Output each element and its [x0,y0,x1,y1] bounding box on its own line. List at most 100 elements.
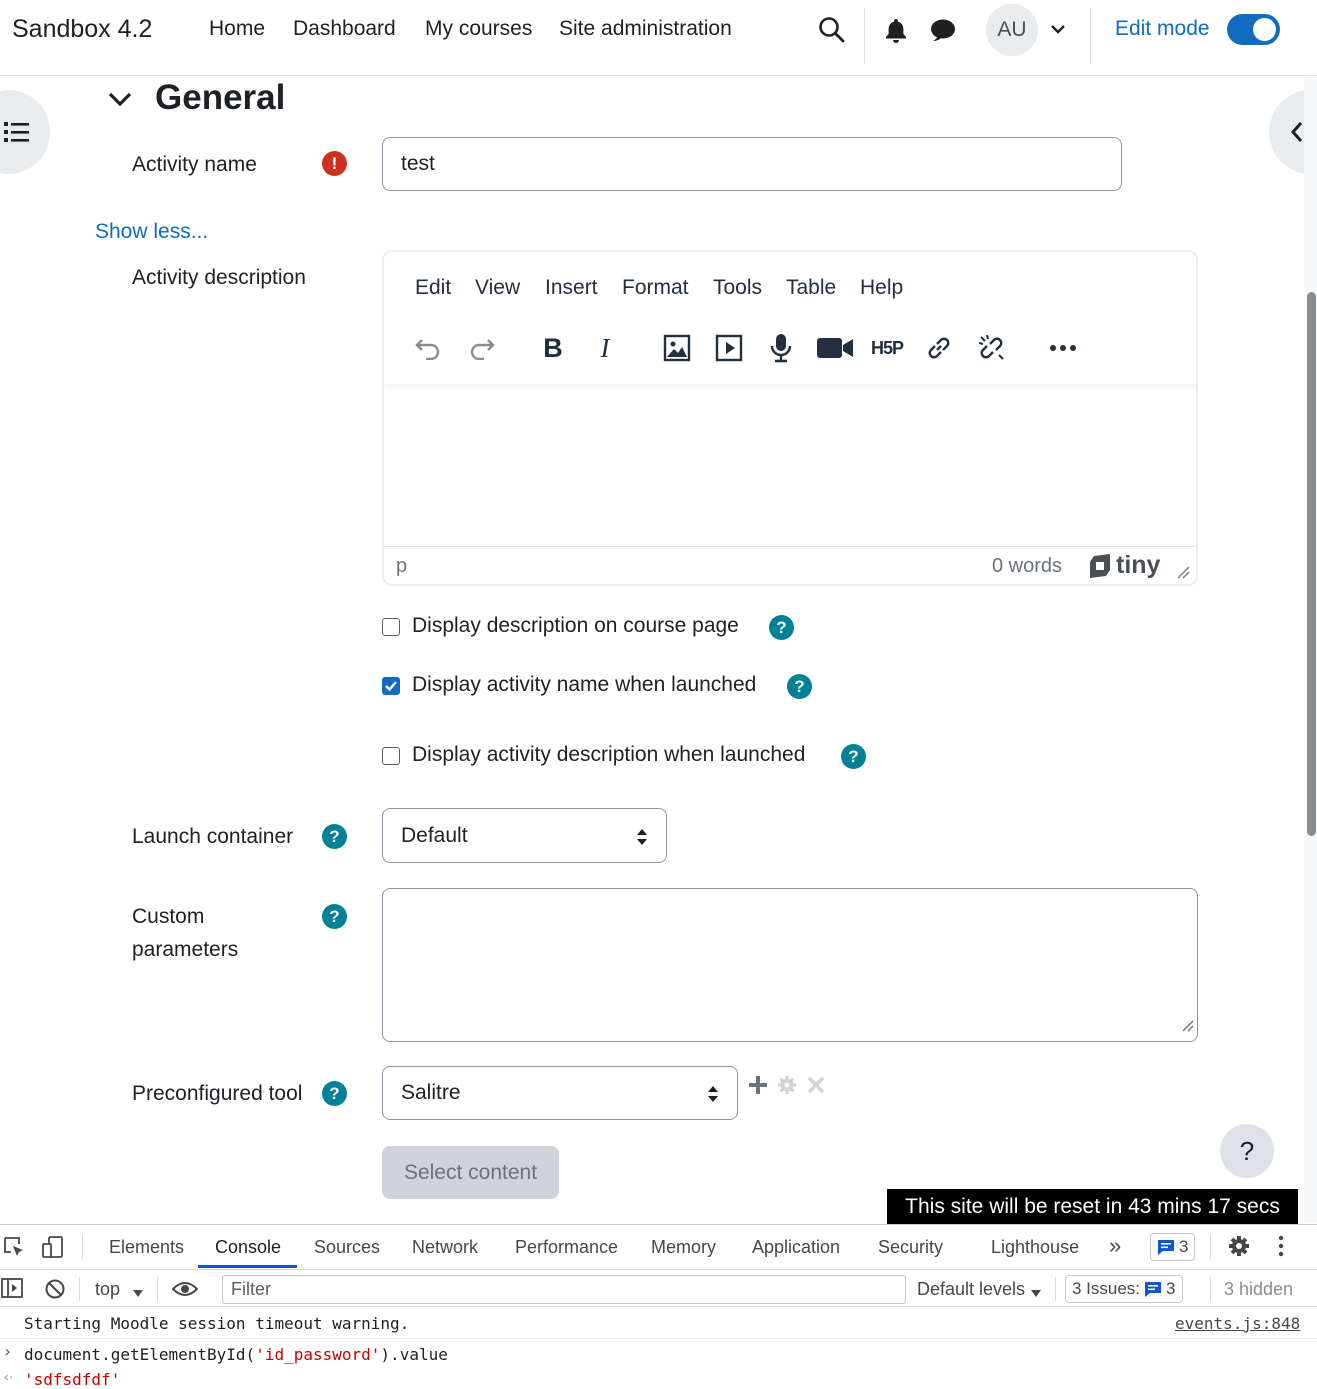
media-icon[interactable] [711,330,747,366]
element-path[interactable]: p [396,555,407,578]
top-navbar: Sandbox 4.2 Home Dashboard My courses Si… [0,0,1317,76]
inspect-element-icon[interactable] [3,1236,25,1263]
devtools-tab-lighthouse[interactable]: Lighthouse [991,1237,1079,1258]
editor-menu-view[interactable]: View [475,276,520,300]
devtools-tab-elements[interactable]: Elements [109,1237,184,1258]
devtools-tab-memory[interactable]: Memory [651,1237,716,1258]
nav-home[interactable]: Home [209,17,265,41]
devtools-tab-security[interactable]: Security [878,1237,943,1258]
settings-gear-icon[interactable] [1228,1235,1250,1262]
toolbar-divider [79,1277,80,1301]
bold-icon[interactable]: B [535,330,571,366]
display-activity-name-checkbox[interactable] [382,677,400,695]
activity-name-label: Activity name [132,153,257,176]
issues-badge[interactable]: 3 Issues: 3 [1065,1275,1183,1303]
textarea-resize-icon[interactable] [1182,1014,1194,1038]
user-avatar[interactable]: AU [986,4,1038,56]
issues-count: 3 [1166,1279,1176,1298]
device-toolbar-icon[interactable] [42,1236,64,1263]
edit-tool-gear-icon[interactable] [777,1075,797,1100]
select-arrows-icon [636,828,648,852]
devtools-tab-performance[interactable]: Performance [515,1237,618,1258]
help-icon[interactable]: ? [787,674,812,699]
unlink-icon[interactable] [974,330,1010,366]
devtools-tab-console[interactable]: Console [215,1237,281,1258]
notification-bell-icon[interactable] [883,17,909,48]
sidebar-toggle-icon[interactable] [1,1278,23,1303]
devtools-tab-network[interactable]: Network [412,1237,478,1258]
devtools-tab-application[interactable]: Application [752,1237,840,1258]
course-index-drawer-toggle[interactable] [0,90,50,174]
record-audio-icon[interactable] [763,330,799,366]
help-icon[interactable]: ? [322,904,347,929]
editor-menu-insert[interactable]: Insert [545,276,598,300]
image-icon[interactable] [659,330,695,366]
italic-icon[interactable]: I [587,330,623,366]
display-description-checkbox[interactable] [382,618,400,636]
delete-tool-icon[interactable] [806,1075,826,1100]
more-tabs-icon[interactable]: » [1109,1233,1121,1259]
nav-my-courses[interactable]: My courses [425,17,532,41]
tiny-brand[interactable]: tiny [1116,551,1160,580]
page-scrollbar-thumb[interactable] [1307,292,1316,836]
link-icon[interactable] [921,330,957,366]
help-icon[interactable]: ? [322,1081,347,1106]
live-expression-eye-icon[interactable] [171,1281,199,1302]
site-reset-banner: This site will be reset in 43 mins 17 se… [887,1189,1298,1224]
undo-icon[interactable] [410,330,446,366]
devtools-tab-sources[interactable]: Sources [314,1237,380,1258]
section-title[interactable]: General [155,78,285,118]
dropdown-triangle-icon[interactable] [1030,1285,1042,1303]
kebab-menu-icon[interactable] [1277,1235,1285,1262]
display-activity-name-label[interactable]: Display activity name when launched [412,673,756,697]
console-input-text: document.getElementById('id_password').v… [24,1345,448,1364]
context-selector[interactable]: top [95,1279,120,1300]
show-less-link[interactable]: Show less... [95,220,208,244]
messages-badge[interactable]: 3 [1150,1233,1196,1261]
console-source-link[interactable]: events.js:848 [1175,1314,1300,1333]
preconfigured-tool-value: Salitre [401,1081,461,1104]
help-icon[interactable]: ? [769,615,794,640]
editor-menu-edit[interactable]: Edit [415,276,451,300]
chevron-down-icon[interactable] [1050,22,1066,40]
nav-dashboard[interactable]: Dashboard [293,17,396,41]
display-activity-description-label[interactable]: Display activity description when launch… [412,743,805,767]
add-tool-icon[interactable] [748,1075,768,1100]
toolbar-divider [1210,1235,1211,1259]
help-fab-button[interactable]: ? [1220,1124,1274,1178]
clear-console-icon[interactable] [44,1278,66,1305]
launch-container-select[interactable]: Default [382,808,667,863]
tiny-logo-icon[interactable] [1088,554,1112,583]
display-description-label[interactable]: Display description on course page [412,614,739,638]
nav-site-administration[interactable]: Site administration [559,17,732,41]
toolbar-divider [157,1277,158,1301]
more-icon[interactable] [1045,330,1081,366]
preconfigured-tool-select[interactable]: Salitre [382,1066,738,1120]
default-levels-dropdown[interactable]: Default levels [917,1279,1025,1300]
collapse-chevron-icon[interactable] [107,88,133,115]
h5p-icon[interactable]: H5P [867,330,907,366]
editor-content-area[interactable] [384,386,1196,544]
editor-menu-table[interactable]: Table [786,276,836,300]
devtools-panel: Elements Console Sources Network Perform… [0,1224,1317,1389]
word-count[interactable]: 0 words [992,555,1062,578]
record-video-icon[interactable] [815,330,855,366]
site-brand[interactable]: Sandbox 4.2 [12,15,152,44]
console-filter-input[interactable]: Filter [222,1275,906,1304]
editor-menu-tools[interactable]: Tools [713,276,762,300]
editor-menu-help[interactable]: Help [860,276,903,300]
display-activity-description-checkbox[interactable] [382,747,400,765]
edit-mode-toggle[interactable] [1227,14,1280,45]
input-prompt-icon: › [5,1343,10,1360]
dropdown-triangle-icon[interactable] [132,1285,144,1303]
resize-handle-icon[interactable] [1176,565,1190,584]
redo-icon[interactable] [464,330,500,366]
help-icon[interactable]: ? [841,744,866,769]
messages-icon[interactable] [929,17,957,48]
help-icon[interactable]: ? [322,824,347,849]
search-icon[interactable] [818,16,846,49]
select-content-button[interactable]: Select content [382,1146,559,1199]
custom-parameters-textarea[interactable] [382,888,1198,1042]
editor-menu-format[interactable]: Format [622,276,689,300]
activity-name-input[interactable]: test [382,137,1122,191]
